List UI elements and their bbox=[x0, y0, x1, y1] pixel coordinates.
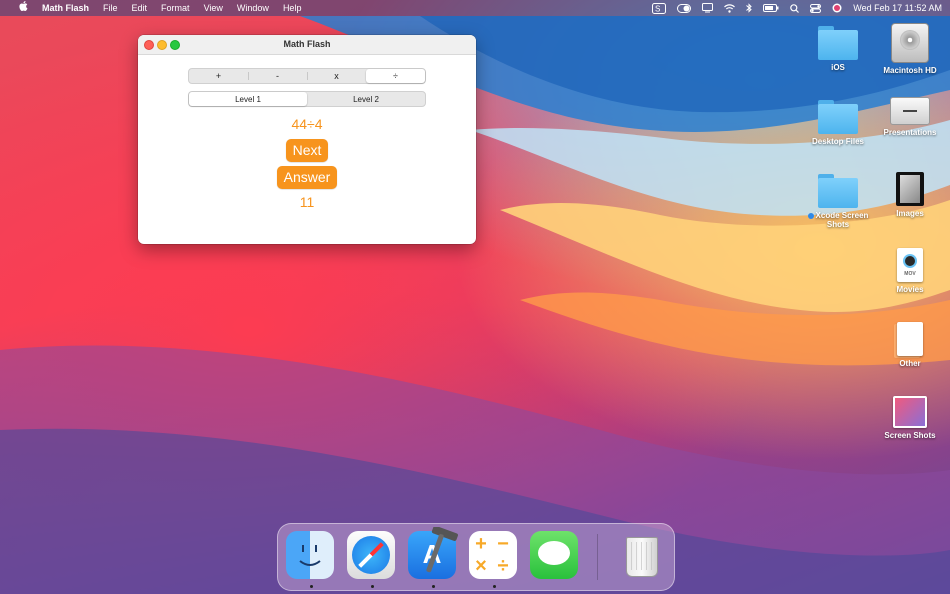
menu-bar: Math Flash File Edit Format View Window … bbox=[0, 0, 950, 16]
dock: A + − × ÷ bbox=[277, 523, 675, 591]
level-selector: Level 1 Level 2 bbox=[188, 91, 426, 107]
folder-icon bbox=[817, 26, 859, 60]
movie-document-icon: MOV bbox=[897, 248, 923, 282]
folder-icon bbox=[817, 100, 859, 134]
menu-format[interactable]: Format bbox=[154, 0, 197, 16]
battery-icon[interactable] bbox=[763, 4, 779, 12]
desktop-icon-label: iOS bbox=[831, 63, 845, 72]
bluetooth-icon[interactable] bbox=[746, 3, 752, 13]
blue-tag-icon bbox=[807, 212, 814, 219]
apple-icon bbox=[19, 1, 28, 11]
desktop-icon-label-row: Xcode Screen Shots bbox=[803, 211, 873, 229]
desktop-icon-screen-shots[interactable]: Screen Shots bbox=[875, 396, 945, 440]
external-drive-icon bbox=[890, 97, 930, 125]
trash-icon[interactable] bbox=[618, 531, 666, 579]
answer-result: 11 bbox=[299, 194, 315, 210]
running-indicator bbox=[310, 585, 313, 588]
desktop-icon-label: Presentations bbox=[883, 128, 937, 137]
toggle-icon[interactable] bbox=[677, 3, 692, 13]
desktop-icon-xcode-screen-shots[interactable]: Xcode Screen Shots bbox=[803, 174, 873, 229]
desktop-icon-label: Xcode Screen Shots bbox=[815, 211, 869, 229]
screenshots-icon bbox=[893, 396, 927, 428]
safari-icon[interactable] bbox=[347, 531, 395, 579]
math-flash-icon[interactable]: + − × ÷ bbox=[469, 531, 517, 579]
desktop-icon-label: Other bbox=[899, 359, 921, 368]
level-1-tab[interactable]: Level 1 bbox=[189, 92, 307, 106]
menu-file[interactable]: File bbox=[96, 0, 125, 16]
menu-edit[interactable]: Edit bbox=[125, 0, 155, 16]
finder-icon[interactable] bbox=[286, 531, 334, 579]
desktop-icon-images[interactable]: Images bbox=[875, 172, 945, 218]
running-indicator bbox=[493, 585, 496, 588]
operation-selector: + - x ÷ bbox=[188, 68, 426, 84]
desktop-icon-ios[interactable]: iOS bbox=[803, 26, 873, 72]
dock-separator bbox=[597, 534, 598, 580]
search-icon[interactable] bbox=[790, 3, 800, 13]
operation-add[interactable]: + bbox=[189, 69, 248, 83]
menu-view[interactable]: View bbox=[197, 0, 230, 16]
desktop-icon-presentations[interactable]: Presentations bbox=[875, 97, 945, 137]
finder-face-icon bbox=[299, 545, 321, 566]
operation-divide[interactable]: ÷ bbox=[366, 69, 425, 83]
operation-subtract[interactable]: - bbox=[248, 69, 307, 83]
siri-icon[interactable] bbox=[832, 3, 842, 13]
window-title: Math Flash bbox=[283, 39, 331, 49]
svg-text:S: S bbox=[655, 4, 660, 13]
operation-multiply[interactable]: x bbox=[307, 69, 366, 83]
level-2-tab[interactable]: Level 2 bbox=[307, 92, 425, 106]
hammer-icon bbox=[426, 527, 458, 573]
accessibility-voice-icon[interactable]: S bbox=[652, 2, 667, 14]
menu-help[interactable]: Help bbox=[276, 0, 309, 16]
apple-menu[interactable] bbox=[12, 0, 35, 16]
documents-icon bbox=[894, 322, 923, 358]
desktop-icon-movies[interactable]: MOV Movies bbox=[875, 248, 945, 294]
desktop-icon-macintosh-hd[interactable]: Macintosh HD bbox=[875, 23, 945, 75]
math-flash-window: Math Flash + - x ÷ Level 1 Level 2 44÷4 … bbox=[138, 35, 476, 244]
clock[interactable]: Wed Feb 17 11:52 AM bbox=[853, 3, 942, 13]
images-icon bbox=[896, 172, 924, 206]
running-indicator bbox=[432, 585, 435, 588]
next-button[interactable]: Next bbox=[286, 139, 328, 162]
desktop-icon-label: Movies bbox=[896, 285, 924, 294]
folder-icon bbox=[817, 174, 859, 208]
xcode-icon[interactable]: A bbox=[408, 527, 458, 579]
desktop-icon-label: Screen Shots bbox=[884, 431, 936, 440]
answer-button[interactable]: Answer bbox=[277, 166, 337, 189]
wifi-icon[interactable] bbox=[724, 3, 736, 13]
desktop-icon-desktop-files[interactable]: Desktop Files bbox=[803, 100, 873, 146]
hard-disk-icon bbox=[891, 23, 929, 63]
menu-window[interactable]: Window bbox=[230, 0, 276, 16]
running-indicator bbox=[371, 585, 374, 588]
display-icon[interactable] bbox=[702, 3, 714, 13]
desktop-icon-label: Images bbox=[896, 209, 924, 218]
question-text: 44÷4 bbox=[291, 116, 323, 132]
desktop-icon-label: Desktop Files bbox=[811, 137, 864, 146]
desktop-icon-label: Macintosh HD bbox=[883, 66, 937, 75]
control-center-icon[interactable] bbox=[810, 3, 822, 13]
desktop-icon-other[interactable]: Other bbox=[875, 322, 945, 368]
menu-app-name[interactable]: Math Flash bbox=[35, 0, 96, 16]
title-bar[interactable]: Math Flash bbox=[138, 35, 476, 55]
messages-icon[interactable] bbox=[530, 531, 578, 579]
